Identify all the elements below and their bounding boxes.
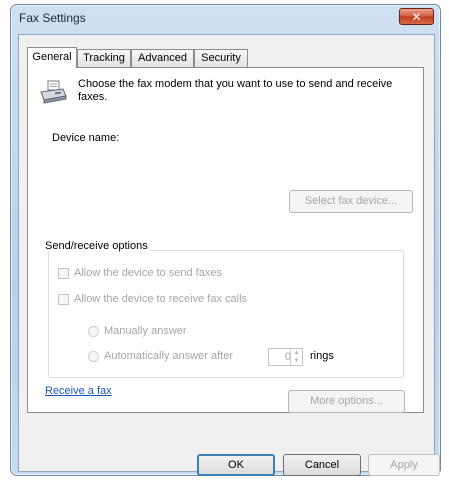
tab-advanced[interactable]: Advanced — [131, 49, 194, 67]
rings-spinner-arrows: ▲ ▼ — [290, 349, 302, 365]
rings-label: rings — [310, 350, 334, 362]
intro-text: Choose the fax modem that you want to us… — [78, 78, 393, 103]
tab-general-label: General — [32, 51, 72, 63]
tab-security-label: Security — [201, 52, 241, 64]
close-icon: ✕ — [411, 9, 422, 24]
ok-button[interactable]: OK — [197, 454, 275, 476]
auto-answer-label: Automatically answer after — [104, 350, 233, 362]
allow-receive-label: Allow the device to receive fax calls — [74, 293, 248, 305]
manual-answer-radio[interactable] — [88, 326, 99, 337]
cancel-button[interactable]: Cancel — [283, 454, 361, 476]
window-title: Fax Settings — [19, 11, 86, 25]
select-fax-device-button[interactable]: Select fax device... — [289, 190, 413, 213]
receive-a-fax-link[interactable]: Receive a fax — [45, 385, 112, 397]
allow-send-label: Allow the device to send faxes — [74, 267, 222, 279]
title-bar[interactable]: Fax Settings ✕ — [11, 5, 440, 31]
tab-general[interactable]: General — [27, 47, 77, 68]
close-button[interactable]: ✕ — [399, 8, 434, 25]
allow-receive-checkbox[interactable] — [58, 294, 69, 305]
fax-machine-icon — [40, 80, 67, 104]
more-options-button[interactable]: More options... — [288, 390, 405, 413]
tab-advanced-label: Advanced — [138, 52, 187, 64]
auto-answer-radio[interactable] — [88, 351, 99, 362]
spin-down-icon[interactable]: ▼ — [292, 357, 301, 365]
allow-send-checkbox[interactable] — [58, 268, 69, 279]
general-tab-panel: Choose the fax modem that you want to us… — [27, 67, 424, 413]
device-name-label: Device name: — [52, 132, 120, 144]
rings-value: 0 — [284, 351, 291, 363]
send-receive-options-legend: Send/receive options — [42, 240, 151, 252]
apply-button[interactable]: Apply — [368, 454, 440, 476]
tab-tracking[interactable]: Tracking — [77, 49, 131, 67]
tab-tracking-label: Tracking — [83, 52, 125, 64]
manual-answer-label: Manually answer — [104, 325, 187, 337]
fax-settings-window: Fax Settings ✕ General Tracking Advanced… — [10, 4, 441, 476]
spin-up-icon[interactable]: ▲ — [292, 349, 301, 357]
dialog-client-area: General Tracking Advanced Security Choos… — [18, 34, 435, 472]
rings-spinner[interactable]: 0 ▲ ▼ — [268, 348, 303, 366]
tab-security[interactable]: Security — [194, 49, 248, 67]
